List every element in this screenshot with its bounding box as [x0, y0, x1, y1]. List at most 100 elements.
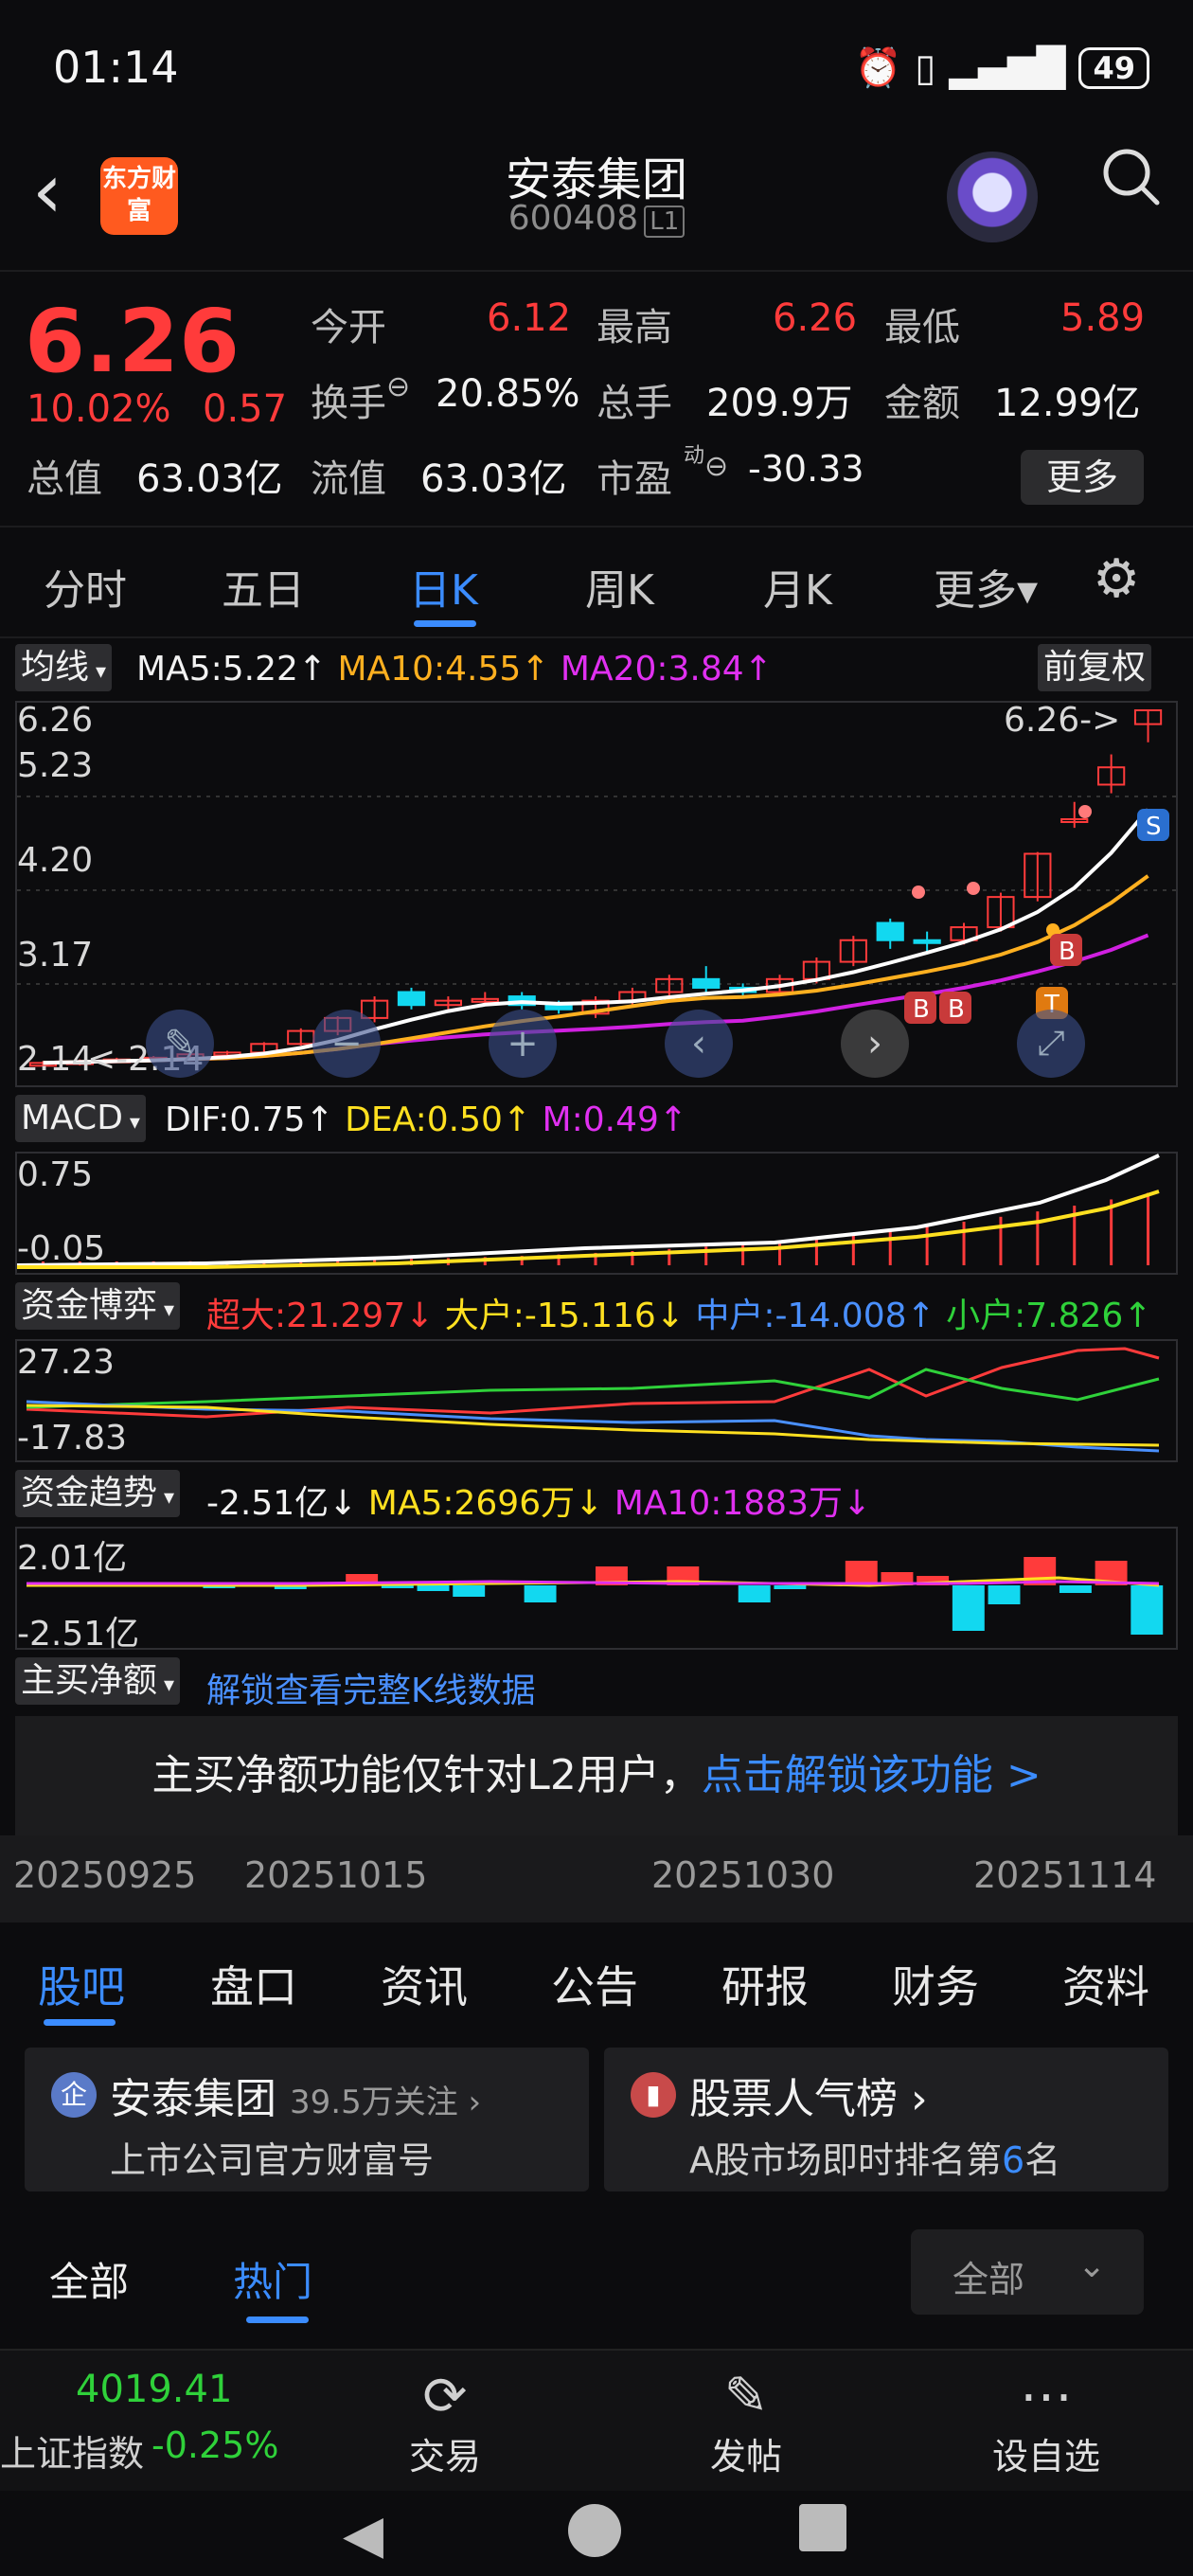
- candle: [692, 977, 721, 989]
- nav-recents-icon[interactable]: [799, 2504, 846, 2551]
- y-label: 3.17: [17, 936, 94, 975]
- ma20-value: MA20:3.84↑: [560, 650, 773, 689]
- macd-chart[interactable]: 0.75 -0.05: [15, 1152, 1178, 1275]
- tab-intraday[interactable]: 分时: [44, 556, 127, 617]
- index-value: 4019.41: [76, 2368, 233, 2411]
- pe-label: 市盈: [596, 457, 672, 501]
- ma10-value: MA10:4.55↑: [337, 650, 550, 689]
- fund-game-selector[interactable]: 资金博弈 ▾: [15, 1282, 181, 1330]
- signal-icon: ▂▄▆█: [949, 45, 1066, 90]
- unlock-kline-link[interactable]: 解锁查看完整K线数据: [206, 1663, 536, 1712]
- candle: [397, 991, 426, 1007]
- fund-trend-ma10: MA10:1883万↓: [614, 1484, 872, 1523]
- fund-game-chart[interactable]: 27.23 -17.83: [15, 1339, 1178, 1462]
- y-label: 4.20: [17, 841, 94, 880]
- volume-value: 209.9万: [706, 382, 853, 425]
- tab-daily-k[interactable]: 日K: [409, 556, 478, 617]
- fund-game-y-min: -17.83: [17, 1419, 128, 1458]
- fund-trend-selector[interactable]: 资金趋势 ▾: [15, 1470, 181, 1517]
- open-value: 6.12: [487, 296, 572, 340]
- post-button[interactable]: ✎ 发帖: [689, 2366, 803, 2479]
- tab-finance[interactable]: 财务: [892, 1953, 979, 2015]
- fund-trend-y-min: -2.51亿: [17, 1615, 140, 1654]
- tab-5day[interactable]: 五日: [222, 556, 305, 617]
- dif-value: DIF:0.75↑: [165, 1100, 334, 1139]
- ma-selector[interactable]: 均线 ▾: [15, 644, 113, 691]
- macd-selector[interactable]: MACD ▾: [15, 1095, 146, 1142]
- svg-text:B: B: [913, 995, 930, 1024]
- tab-monthly-k[interactable]: 月K: [763, 556, 832, 617]
- ma5-value: MA5:5.22↑: [136, 650, 328, 689]
- status-bar: 01:14 ⏰ ▯ ▂▄▆█ 49: [0, 0, 1193, 133]
- macd-legend: DIF:0.75↑ DEA:0.50↑ M:0.49↑: [165, 1100, 687, 1139]
- nav-back-icon[interactable]: ◀: [343, 2504, 383, 2566]
- mktcap-value: 63.03亿: [136, 457, 283, 501]
- feed-tab-all[interactable]: 全部: [49, 2250, 129, 2308]
- svg-text:B: B: [948, 995, 965, 1024]
- fullscreen-icon[interactable]: ⤢: [1017, 1010, 1085, 1078]
- feed-filter-value: 全部: [953, 2259, 1025, 2300]
- search-icon[interactable]: [1098, 144, 1165, 226]
- m-value: M:0.49↑: [542, 1100, 688, 1139]
- date-label: 20250925: [13, 1854, 197, 1896]
- tab-profile[interactable]: 资料: [1062, 1953, 1149, 2015]
- gear-icon[interactable]: ⚙: [1093, 548, 1140, 610]
- high-label: 最高: [596, 306, 672, 349]
- ranking-icon: ▮: [631, 2072, 676, 2118]
- scroll-right-icon[interactable]: ›: [841, 1010, 909, 1078]
- trade-button[interactable]: ⟳ 交易: [388, 2366, 502, 2479]
- fund-trend-chart[interactable]: 2.01亿 -2.51亿: [15, 1527, 1178, 1654]
- svg-text:S: S: [1146, 813, 1162, 841]
- zoom-in-icon[interactable]: +: [489, 1010, 557, 1078]
- feed-tab-hot[interactable]: 热门: [233, 2250, 312, 2308]
- tab-announcements[interactable]: 公告: [551, 1953, 638, 2015]
- l2-notice: 主买净额功能仅针对L2用户，点击解锁该功能 >: [15, 1716, 1178, 1835]
- index-change: -0.25%: [151, 2424, 279, 2466]
- low-value: 5.89: [1060, 296, 1146, 340]
- edit-icon: ✎: [723, 2366, 769, 2427]
- robot-assistant-icon[interactable]: [947, 152, 1038, 242]
- date-label: 20251030: [651, 1854, 835, 1896]
- zoom-out-icon[interactable]: −: [312, 1010, 381, 1078]
- fund-trend-bar: [1059, 1585, 1092, 1593]
- date-label: 20251015: [244, 1854, 428, 1896]
- net-buy-selector[interactable]: 主买净额 ▾: [15, 1657, 181, 1705]
- large-value: 大户:-15.116↓: [444, 1297, 685, 1335]
- tab-pankou[interactable]: 盘口: [210, 1953, 297, 2015]
- volume-label: 总手: [596, 382, 672, 425]
- more-button[interactable]: 更多: [1021, 450, 1144, 505]
- tab-news[interactable]: 资讯: [381, 1953, 468, 2015]
- add-watchlist-button[interactable]: ⋯ 设自选: [975, 2366, 1117, 2479]
- kline-chart[interactable]: B B B T S 6.26 5.23 4.20 3.17 2.14 <-2.1…: [15, 701, 1178, 1087]
- level-badge: L1: [644, 206, 686, 238]
- tab-research[interactable]: 研报: [721, 1953, 809, 2015]
- feed-filter-dropdown[interactable]: 全部 ⌄: [911, 2229, 1144, 2315]
- index-ticker[interactable]: 4019.41 上证指数 -0.25%: [0, 2351, 284, 2493]
- adjust-button[interactable]: 前复权: [1038, 644, 1152, 691]
- status-icons: ⏰ ▯ ▂▄▆█ 49: [855, 45, 1149, 90]
- popularity-card[interactable]: ▮ 股票人气榜 › A股市场即时排名第6名: [604, 2048, 1168, 2191]
- info-icon[interactable]: ⊖: [386, 370, 410, 403]
- tab-more[interactable]: 更多▾: [934, 556, 1038, 617]
- fund-trend-bar: [417, 1585, 450, 1591]
- change-percent: 10.02%: [27, 387, 171, 431]
- small-value: 小户:7.826↑: [946, 1297, 1152, 1335]
- pe-info-icon[interactable]: ⊖: [704, 450, 728, 483]
- fund-trend-bar: [738, 1585, 771, 1602]
- scroll-left-icon[interactable]: ‹: [665, 1010, 733, 1078]
- high-value: 6.26: [773, 296, 858, 340]
- company-account-card[interactable]: 企 安泰集团 39.5万关注 › 上市公司官方财富号: [25, 2048, 589, 2191]
- turnover-label: 换手: [311, 382, 386, 425]
- tab-weekly-k[interactable]: 周K: [585, 556, 654, 617]
- date-axis: 20250925 20251015 20251030 20251114: [0, 1835, 1193, 1923]
- nav-home-icon[interactable]: [568, 2504, 621, 2557]
- tab-guba[interactable]: 股吧: [38, 1953, 125, 2015]
- popularity-title: 股票人气榜 ›: [689, 2075, 928, 2123]
- feed-tabs: 全部 热门 全部 ⌄: [0, 2216, 1193, 2330]
- draw-tool-icon[interactable]: ✎: [146, 1010, 214, 1078]
- unlock-feature-link[interactable]: 点击解锁该功能 >: [702, 1751, 1042, 1799]
- y-label-max: 6.26: [17, 701, 94, 740]
- pe-sup: 动: [684, 444, 705, 468]
- bottom-nav: 4019.41 上证指数 -0.25% ⟳ 交易 ✎ 发帖 ⋯ 设自选: [0, 2349, 1193, 2493]
- fund-trend-bar: [845, 1561, 878, 1585]
